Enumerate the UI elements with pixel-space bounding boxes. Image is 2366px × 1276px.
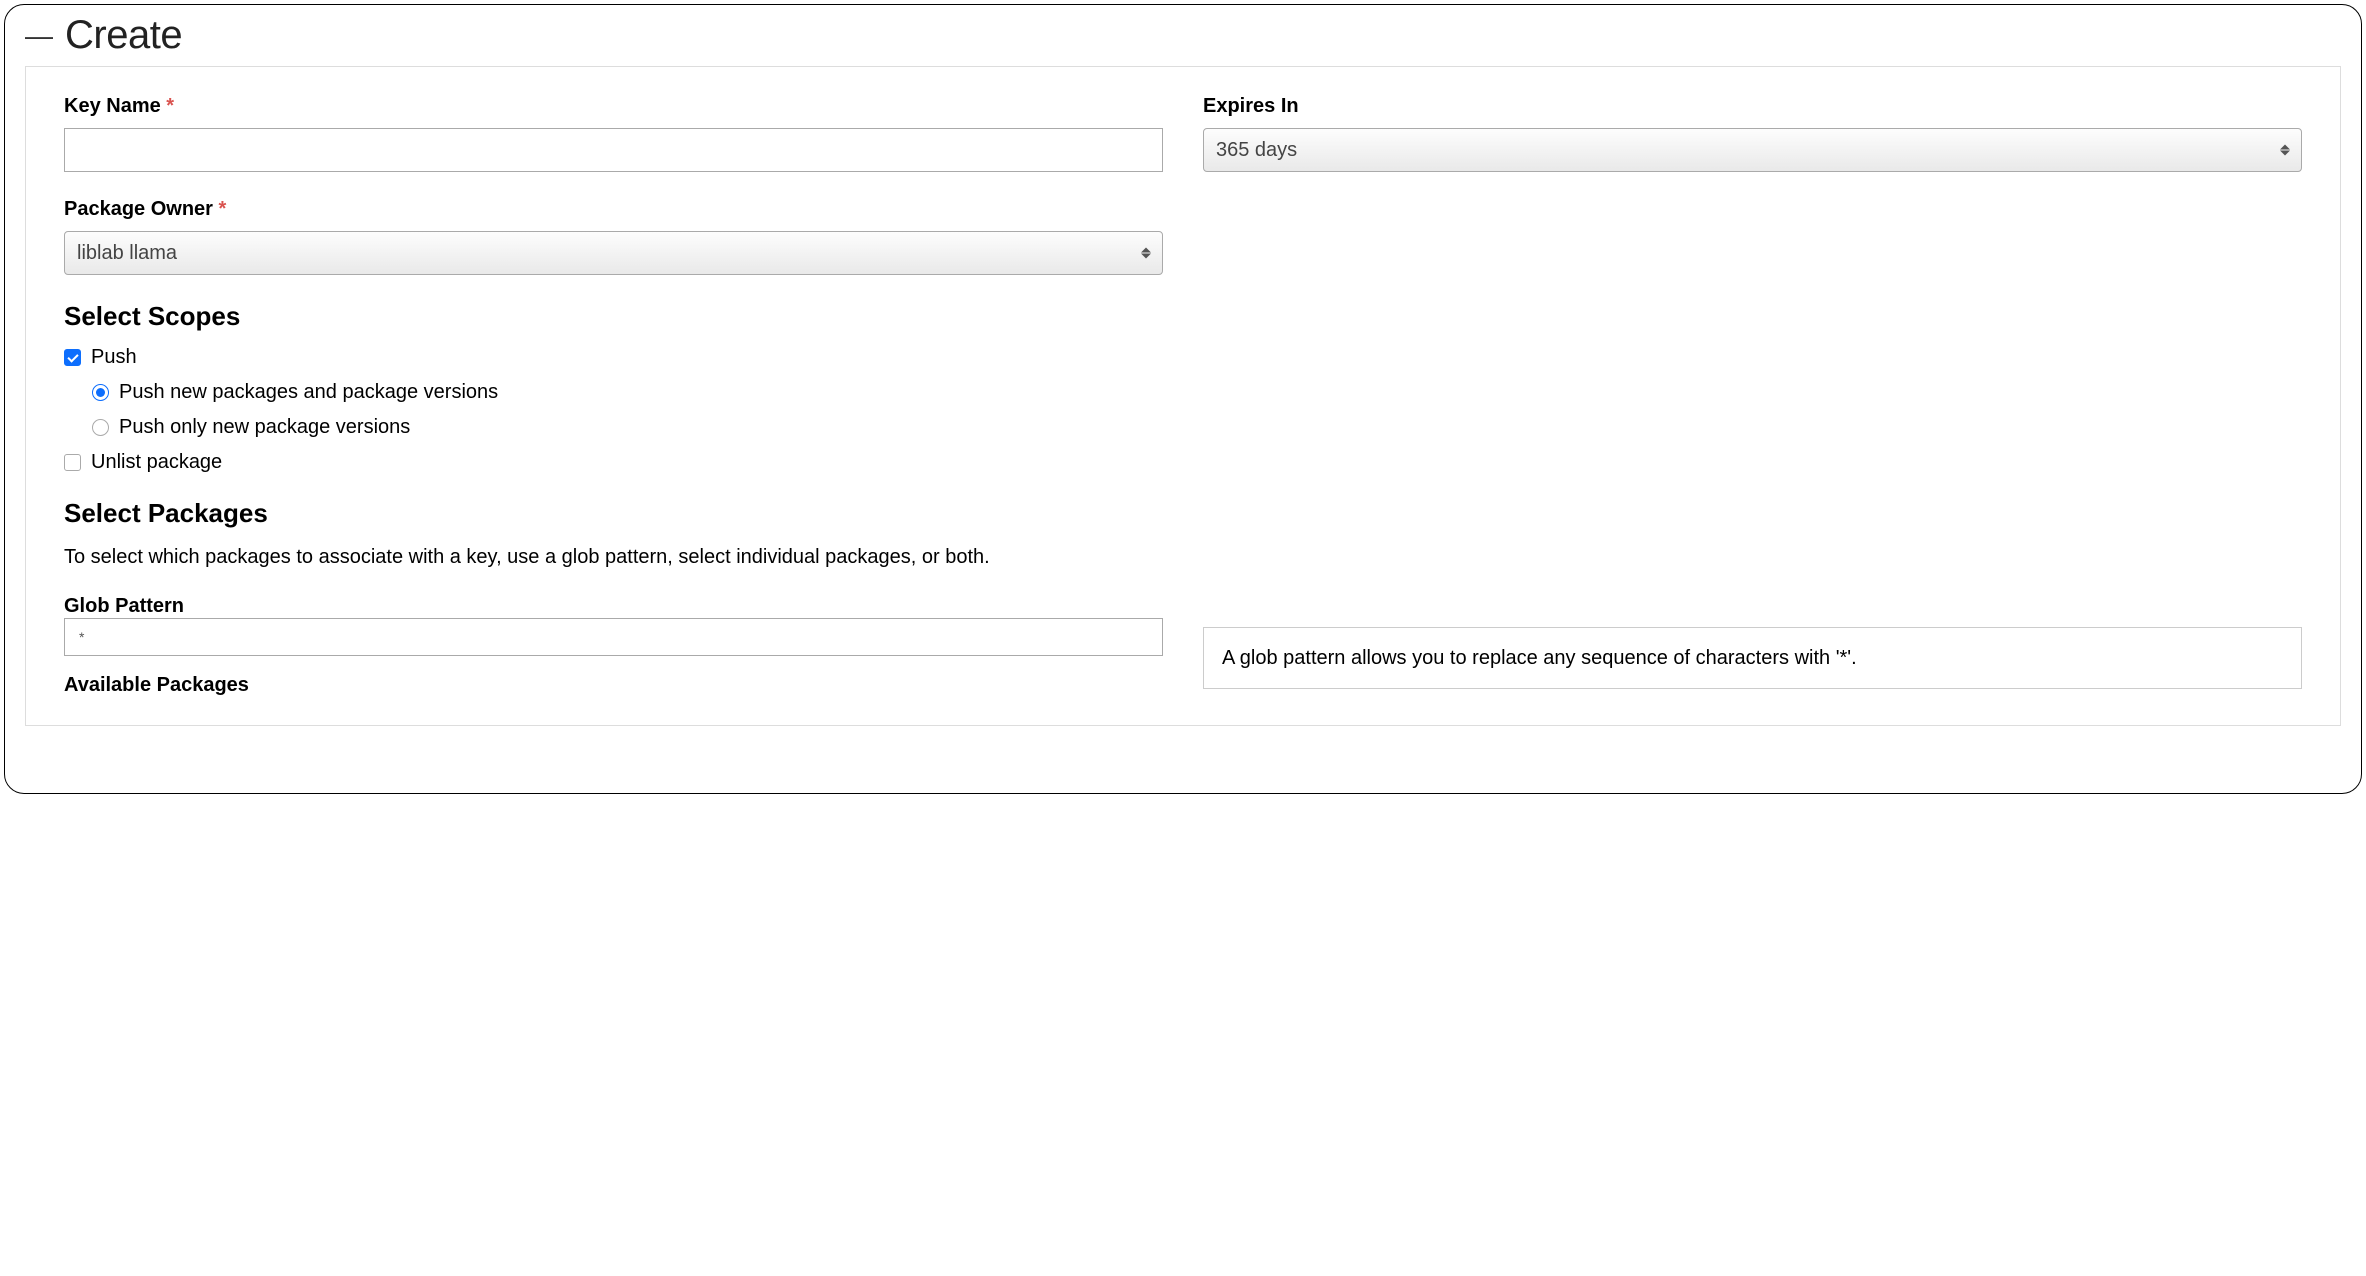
push-new-all-radio[interactable]: [92, 384, 109, 401]
key-name-label: Key Name *: [64, 95, 1163, 118]
create-page: — Create Key Name * Expires In 365 days: [4, 4, 2362, 794]
push-label: Push: [91, 346, 137, 369]
page-title: Create: [65, 13, 182, 58]
collapse-icon[interactable]: —: [25, 22, 53, 50]
glob-info-box: A glob pattern allows you to replace any…: [1203, 627, 2302, 689]
form-panel: Key Name * Expires In 365 days: [25, 66, 2341, 726]
required-indicator: *: [166, 95, 174, 117]
expires-in-select[interactable]: 365 days: [1203, 128, 2302, 172]
scope-unlist-item: Unlist package: [64, 451, 2302, 474]
expires-in-label: Expires In: [1203, 95, 2302, 118]
push-new-versions-radio[interactable]: [92, 419, 109, 436]
push-new-all-label: Push new packages and package versions: [119, 381, 498, 404]
glob-pattern-input[interactable]: [64, 618, 1163, 656]
key-name-field-group: Key Name *: [64, 95, 1163, 172]
glob-pattern-label: Glob Pattern: [64, 595, 184, 617]
select-packages-description: To select which packages to associate wi…: [64, 543, 2302, 571]
expires-in-select-wrapper: 365 days: [1203, 128, 2302, 172]
packages-left-col: Glob Pattern Available Packages: [64, 595, 1163, 697]
required-indicator: *: [219, 198, 227, 220]
package-owner-label: Package Owner *: [64, 198, 1163, 221]
packages-right-col: A glob pattern allows you to replace any…: [1203, 595, 2302, 689]
package-owner-select-wrapper: liblab llama: [64, 231, 1163, 275]
scope-push-new-versions-item: Push only new package versions: [92, 416, 2302, 439]
key-name-label-text: Key Name: [64, 95, 161, 117]
expires-in-selected-value: 365 days: [1216, 139, 1297, 162]
push-new-versions-label: Push only new package versions: [119, 416, 410, 439]
package-owner-select[interactable]: liblab llama: [64, 231, 1163, 275]
scope-push-new-all-item: Push new packages and package versions: [92, 381, 2302, 404]
empty-col: [1203, 198, 2302, 275]
package-owner-label-text: Package Owner: [64, 198, 213, 220]
select-packages-heading: Select Packages: [64, 498, 2302, 529]
scope-list: Push Push new packages and package versi…: [64, 346, 2302, 474]
package-owner-field-group: Package Owner * liblab llama: [64, 198, 1163, 275]
spacer: [1203, 595, 2302, 627]
unlist-label: Unlist package: [91, 451, 222, 474]
select-scopes-heading: Select Scopes: [64, 301, 2302, 332]
available-packages-label: Available Packages: [64, 674, 249, 696]
unlist-checkbox[interactable]: [64, 454, 81, 471]
scope-push-item: Push: [64, 346, 2302, 369]
expires-in-field-group: Expires In 365 days: [1203, 95, 2302, 172]
package-owner-selected-value: liblab llama: [77, 242, 177, 265]
header-row: — Create: [25, 13, 2341, 58]
packages-row: Glob Pattern Available Packages A glob p…: [64, 595, 2302, 697]
push-checkbox[interactable]: [64, 349, 81, 366]
key-name-input[interactable]: [64, 128, 1163, 172]
row-package-owner: Package Owner * liblab llama: [64, 198, 2302, 275]
row-keyname-expires: Key Name * Expires In 365 days: [64, 95, 2302, 172]
